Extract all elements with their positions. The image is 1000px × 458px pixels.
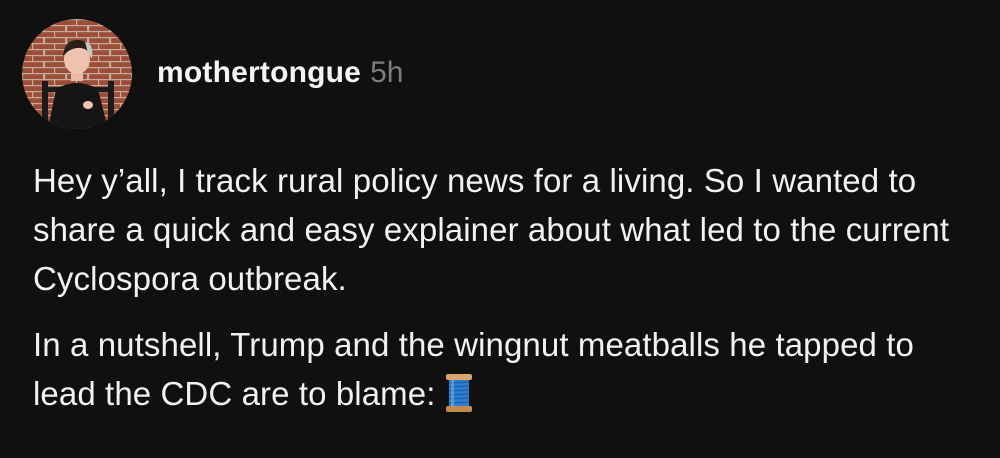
avatar[interactable] [22,19,132,129]
post-header: mothertongue 5h [22,18,403,130]
post: mothertongue 5h Hey y’all, I track rural… [0,0,1000,458]
post-timestamp: 5h [370,56,404,89]
author-line: mothertongue 5h [157,56,403,90]
post-paragraph-1-text: Hey y’all, I track rural policy news for… [33,162,950,297]
spool-of-thread-icon [446,374,473,412]
post-body: Hey y’all, I track rural policy news for… [33,156,973,418]
post-paragraph-2-text: In a nutshell, Trump and the wingnut mea… [33,326,914,412]
username-link[interactable]: mothertongue [157,56,361,90]
post-paragraph-1: Hey y’all, I track rural policy news for… [33,156,973,303]
post-paragraph-2: In a nutshell, Trump and the wingnut mea… [33,320,973,418]
